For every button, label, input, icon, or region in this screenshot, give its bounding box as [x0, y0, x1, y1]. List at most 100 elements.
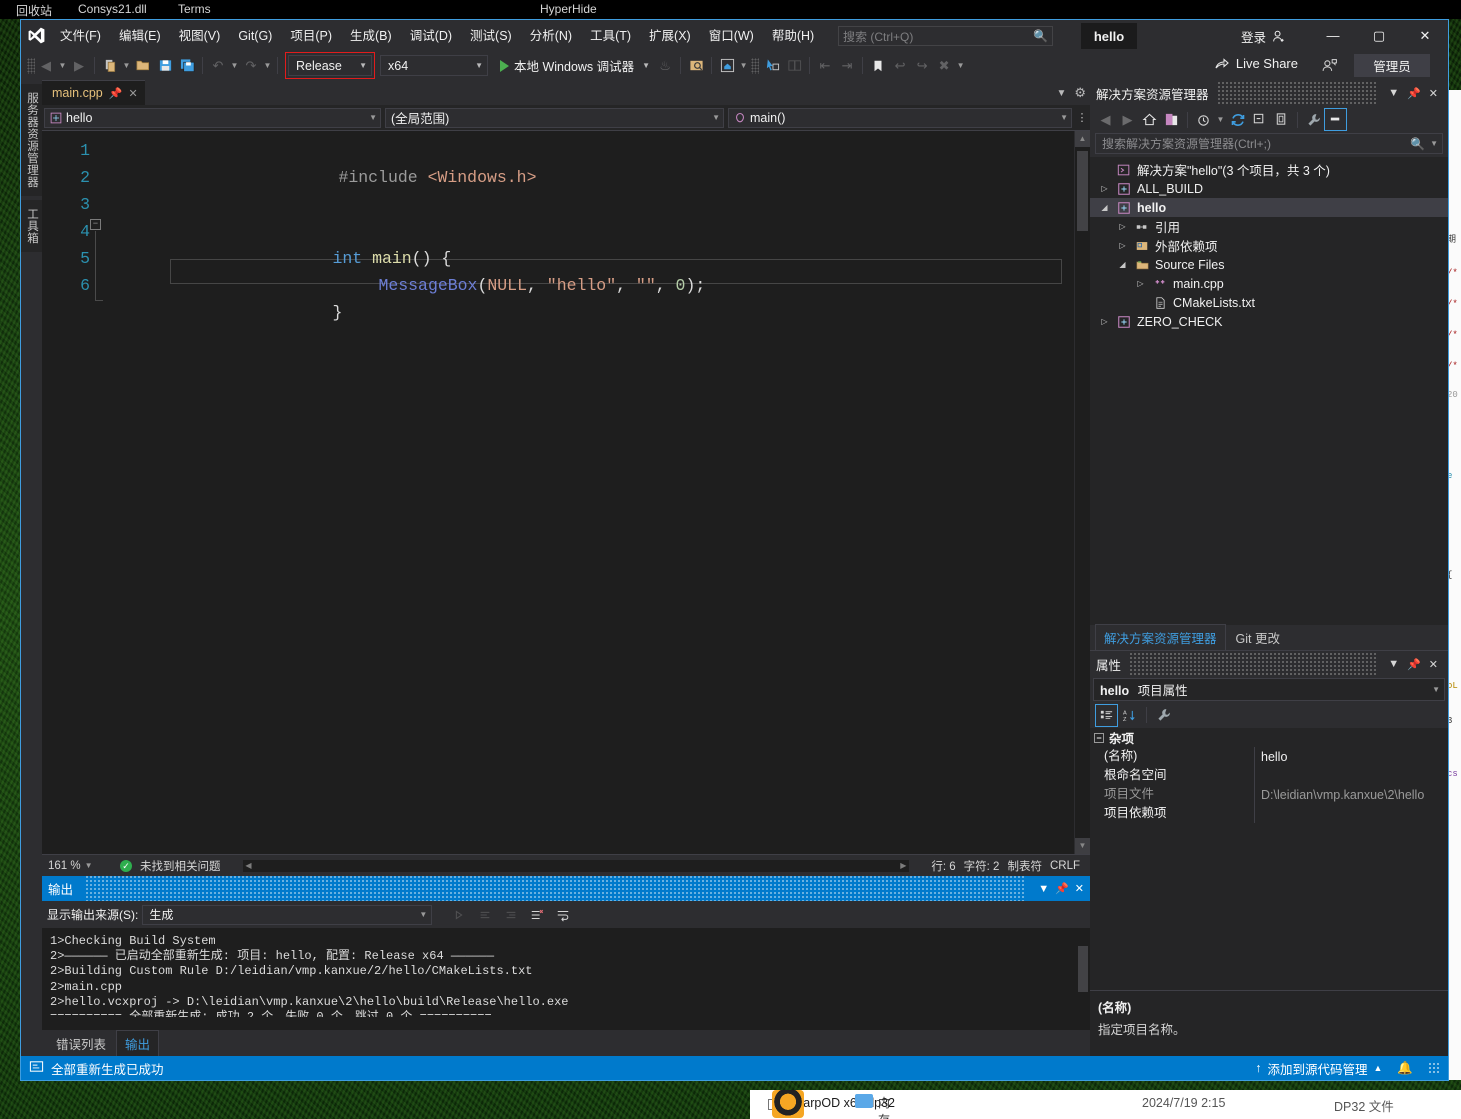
panel-drag-dots[interactable] [1129, 651, 1377, 677]
tab-error-list[interactable]: 错误列表 [48, 1031, 114, 1056]
share-feedback-icon[interactable] [1321, 57, 1338, 77]
maximize-button[interactable]: ▢ [1356, 20, 1402, 51]
twisty-icon[interactable]: ◢ [1098, 203, 1111, 212]
scroll-right-arrow-icon[interactable]: ▶ [897, 860, 909, 872]
back-icon[interactable]: ◀ [1095, 109, 1116, 130]
toggle-bookmark-icon[interactable] [867, 55, 889, 77]
menu-debug[interactable]: 调试(D) [401, 24, 461, 48]
resize-grip[interactable] [1428, 1062, 1440, 1074]
menu-analyze[interactable]: 分析(N) [521, 24, 581, 48]
pin-tab-icon[interactable]: 📌 [109, 87, 123, 100]
tree-item-cmakelists[interactable]: CMakeLists.txt [1090, 293, 1448, 312]
collapse-region-icon[interactable] [783, 55, 805, 77]
menu-view[interactable]: 视图(V) [170, 24, 230, 48]
pending-changes-icon[interactable] [1193, 109, 1214, 130]
close-icon[interactable]: ✕ [1425, 658, 1442, 671]
properties-wrench-icon[interactable] [1303, 109, 1324, 130]
tree-item-references[interactable]: ▷ 引用 [1090, 217, 1448, 236]
menu-test[interactable]: 测试(S) [461, 24, 521, 48]
navigate-forward-icon[interactable]: ▶ [68, 55, 90, 77]
new-item-icon[interactable] [99, 55, 121, 77]
go-to-previous-message-icon[interactable] [474, 904, 496, 926]
tree-item-all-build[interactable]: ▷ ALL_BUILD [1090, 179, 1448, 198]
forward-icon[interactable]: ▶ [1117, 109, 1138, 130]
twisty-icon[interactable]: ▷ [1134, 279, 1147, 288]
menu-tools[interactable]: 工具(T) [581, 24, 640, 48]
output-text-area[interactable]: 1>Checking Build System 2>—————— 已启动全部重新… [42, 928, 1090, 1017]
tree-item-main-cpp[interactable]: ▷ main.cpp [1090, 274, 1448, 293]
menu-edit[interactable]: 编辑(E) [110, 24, 170, 48]
chevron-down-icon[interactable]: ▼ [1215, 109, 1226, 131]
panel-drag-dots[interactable] [1216, 80, 1377, 106]
decrease-indent-icon[interactable]: ⇤ [814, 55, 836, 77]
output-vertical-scrollbar[interactable] [1076, 928, 1090, 1017]
save-all-icon[interactable] [176, 55, 198, 77]
solution-explorer-search-input[interactable]: 搜索解决方案资源管理器(Ctrl+;) 🔍 ▼ [1095, 133, 1443, 154]
solution-tree[interactable]: 解决方案"hello"(3 个项目，共 3 个) ▷ ALL_BUILD ◢ h… [1090, 157, 1448, 625]
next-bookmark-icon[interactable]: ↪ [911, 55, 933, 77]
collapse-region-icon[interactable]: − [90, 219, 101, 230]
tab-output[interactable]: 输出 [116, 1029, 160, 1057]
collapse-all-icon[interactable] [1249, 109, 1270, 130]
document-tab-main-cpp[interactable]: main.cpp 📌 ✕ [42, 80, 145, 105]
chevron-down-icon[interactable]: ▼ [1430, 139, 1438, 148]
solution-configuration-combo[interactable]: Release ▼ [285, 52, 375, 79]
sign-in-button[interactable]: 登录 [1241, 25, 1286, 47]
properties-row-project-dependencies[interactable]: 项目依赖项 [1090, 804, 1448, 823]
navigate-backward-dropdown-icon[interactable]: ▼ [57, 55, 68, 77]
properties-row-name[interactable]: (名称) hello [1090, 747, 1448, 766]
toolbar-overflow-icon[interactable]: ▼ [955, 55, 966, 77]
hot-reload-icon[interactable]: ♨ [654, 55, 676, 77]
menu-bar[interactable]: 文件(F) 编辑(E) 视图(V) Git(G) 项目(P) 生成(B) 调试(… [51, 20, 823, 51]
clear-bookmarks-icon[interactable]: ✖ [933, 55, 955, 77]
toolbar-grip-handle[interactable] [751, 57, 760, 74]
toolbar-grip-handle[interactable] [27, 57, 35, 74]
tree-item-hello[interactable]: ◢ hello [1090, 198, 1448, 217]
twisty-icon[interactable]: ◢ [1116, 260, 1129, 269]
properties-row-project-file[interactable]: 项目文件 D:\leidian\vmp.kanxue\2\hello [1090, 785, 1448, 804]
taskbar-window-icon[interactable] [855, 1094, 873, 1108]
output-window-dropdown-icon[interactable]: ▼ [1038, 883, 1049, 895]
previous-bookmark-icon[interactable]: ↩ [889, 55, 911, 77]
tree-item-solution[interactable]: 解决方案"hello"(3 个项目，共 3 个) [1090, 160, 1448, 179]
pin-icon[interactable]: 📌 [1055, 882, 1069, 895]
toggle-word-wrap-icon[interactable] [552, 904, 574, 926]
properties-row-root-namespace[interactable]: 根命名空间 [1090, 766, 1448, 785]
save-file-icon[interactable] [154, 55, 176, 77]
code-editor[interactable]: 1 2 3 4 5 6 − #include <Windows.h> int m… [42, 131, 1074, 854]
clear-output-icon[interactable] [526, 904, 548, 926]
output-source-combo[interactable]: 生成 ▼ [142, 904, 433, 925]
menu-help[interactable]: 帮助(H) [763, 24, 823, 48]
pin-icon[interactable]: 📌 [1403, 87, 1425, 100]
refresh-icon[interactable] [1227, 109, 1248, 130]
close-icon[interactable]: ✕ [1425, 87, 1442, 100]
property-value[interactable]: hello [1255, 750, 1448, 764]
collapse-category-icon[interactable]: − [1094, 732, 1104, 743]
close-icon[interactable]: ✕ [1075, 882, 1084, 895]
undo-icon[interactable]: ↶ [207, 55, 229, 77]
scroll-up-arrow-icon[interactable]: ▲ [1075, 131, 1090, 147]
tree-item-zero-check[interactable]: ▷ ZERO_CHECK [1090, 312, 1448, 331]
close-button[interactable]: ✕ [1402, 20, 1448, 51]
open-file-icon[interactable] [132, 55, 154, 77]
alphabetical-view-icon[interactable]: AZ [1119, 705, 1140, 726]
close-tab-icon[interactable]: ✕ [128, 87, 137, 100]
find-message-icon[interactable] [448, 904, 470, 926]
panel-drag-dots[interactable] [85, 876, 1027, 901]
scrollbar-thumb[interactable] [1078, 946, 1088, 992]
tree-item-external-dependencies[interactable]: ▷ 外部依赖项 [1090, 236, 1448, 255]
global-search-box[interactable]: 搜索 (Ctrl+Q) 🔍 [838, 26, 1053, 46]
solution-explorer-dropdown-icon[interactable]: ▼ [738, 55, 749, 77]
split-editor-icon[interactable]: ⋮ [1074, 111, 1090, 124]
home-icon[interactable] [1139, 109, 1160, 130]
output-horizontal-scrollbar[interactable] [42, 1017, 1090, 1030]
properties-grid[interactable]: − 杂项 (名称) hello 根命名空间 项目文件 D:\leidian\vm… [1090, 728, 1448, 990]
twisty-icon[interactable]: ▷ [1098, 317, 1111, 326]
properties-object-combo[interactable]: hello 项目属性 ▼ [1093, 678, 1445, 701]
redo-icon[interactable]: ↷ [240, 55, 262, 77]
go-to-next-message-icon[interactable] [500, 904, 522, 926]
editor-vertical-scrollbar[interactable]: ▲ ▼ [1074, 131, 1090, 854]
pending-changes-filter-icon[interactable] [1161, 109, 1182, 130]
categorized-view-icon[interactable] [1095, 703, 1118, 727]
solution-explorer-home-icon[interactable] [716, 55, 738, 77]
